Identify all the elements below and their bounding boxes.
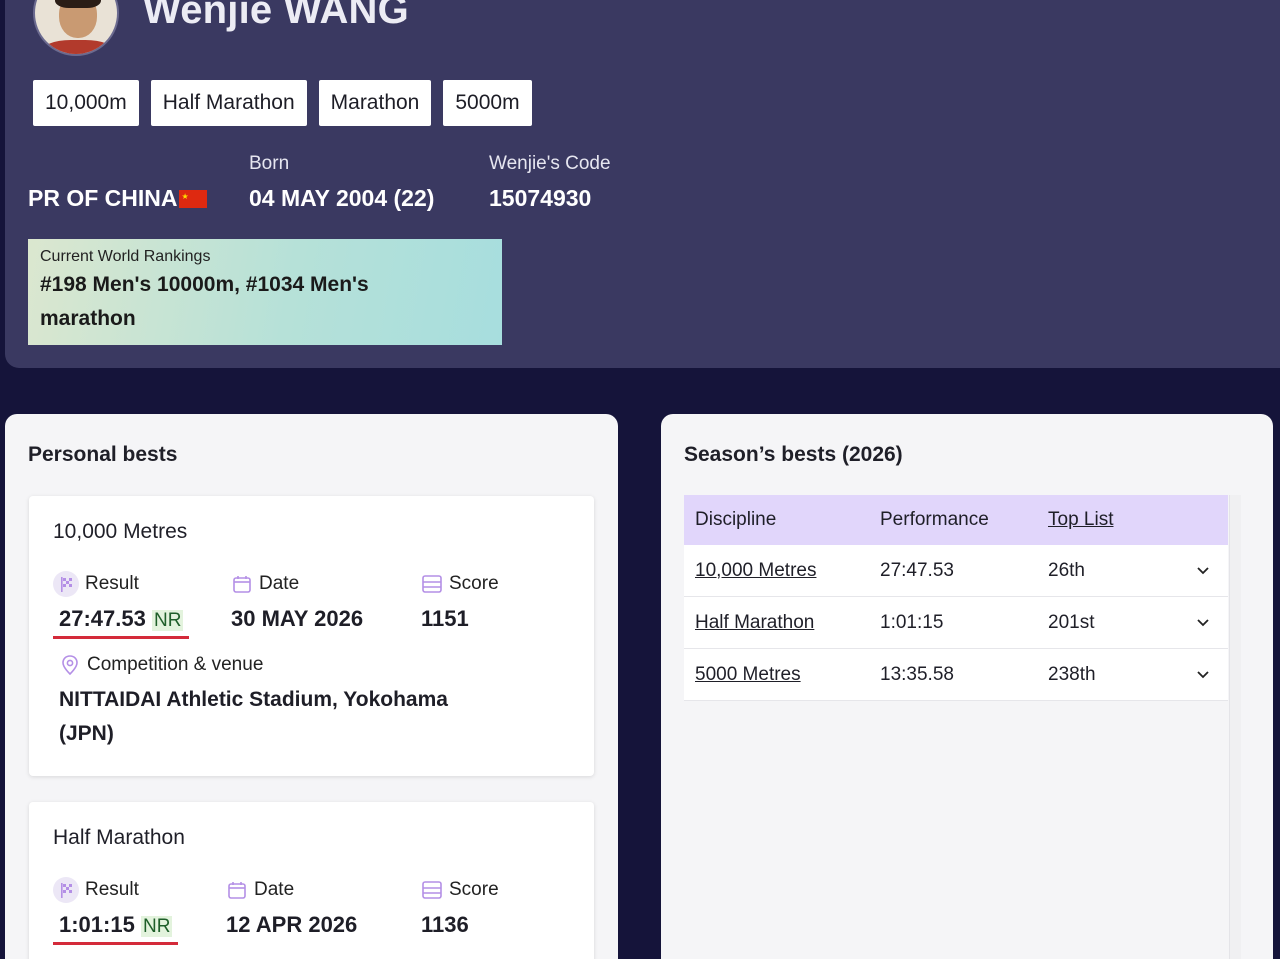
tab-5000m[interactable]: 5000m bbox=[443, 80, 532, 126]
performance-cell: 1:01:15 bbox=[880, 611, 944, 633]
season-bests-title: Season’s bests (2026) bbox=[684, 443, 903, 466]
athlete-name: Wenjie WANG bbox=[143, 0, 409, 32]
china-flag-icon: ★ bbox=[178, 189, 207, 208]
top-list-cell: 201st bbox=[1048, 611, 1095, 633]
checkered-flag-icon bbox=[53, 877, 79, 903]
calendar-icon bbox=[228, 882, 246, 899]
score-column: Score 1136 bbox=[421, 876, 499, 938]
athlete-header: Wenjie WANG 10,000m Half Marathon Marath… bbox=[5, 0, 1280, 368]
chevron-down-icon[interactable] bbox=[1195, 615, 1211, 631]
result-column: Result 27:47.53 NR bbox=[53, 570, 190, 639]
table-row: Half Marathon 1:01:15 201st bbox=[684, 597, 1228, 649]
score-column: Score 1151 bbox=[421, 570, 499, 632]
top-list-cell: 238th bbox=[1048, 663, 1096, 685]
performance-cell: 13:35.58 bbox=[880, 663, 954, 685]
season-bests-table: Discipline Performance Top List 10,000 M… bbox=[684, 495, 1228, 701]
table-row: 10,000 Metres 27:47.53 26th bbox=[684, 545, 1228, 597]
result-value: 1:01:15 NR bbox=[53, 912, 179, 945]
score-icon bbox=[422, 881, 442, 899]
chevron-down-icon[interactable] bbox=[1195, 563, 1211, 579]
date-label: Date bbox=[254, 879, 295, 900]
score-label: Score bbox=[449, 879, 499, 900]
table-row: 5000 Metres 13:35.58 238th bbox=[684, 649, 1228, 701]
expand-row-button[interactable] bbox=[1178, 563, 1228, 579]
date-value: 12 APR 2026 bbox=[226, 912, 358, 937]
born-value: 04 MAY 2004 (22) bbox=[249, 185, 435, 211]
header-top-list-link[interactable]: Top List bbox=[1048, 509, 1113, 530]
code-info: Wenjie's Code 15074930 bbox=[489, 153, 611, 212]
season-bests-panel: Season’s bests (2026) Discipline Perform… bbox=[661, 414, 1273, 959]
born-info: Born 04 MAY 2004 (22) bbox=[249, 153, 434, 212]
expand-row-button[interactable] bbox=[1178, 615, 1228, 631]
code-label: Wenjie's Code bbox=[489, 153, 611, 174]
tab-marathon[interactable]: Marathon bbox=[318, 80, 432, 126]
location-pin-icon bbox=[62, 655, 78, 676]
venue-column: Competition & venue NITTAIDAI Athletic S… bbox=[59, 651, 479, 751]
nr-badge: NR bbox=[151, 610, 184, 631]
performance-cell: 27:47.53 bbox=[880, 559, 954, 581]
world-rankings-box: Current World Rankings #198 Men's 10000m… bbox=[28, 239, 502, 345]
chevron-down-icon[interactable] bbox=[1195, 667, 1211, 683]
date-column: Date 12 APR 2026 bbox=[226, 876, 357, 938]
top-list-cell: 26th bbox=[1048, 559, 1085, 581]
score-label: Score bbox=[449, 573, 499, 594]
pb-discipline: Half Marathon bbox=[53, 826, 185, 849]
nr-badge: NR bbox=[140, 916, 173, 937]
born-label: Born bbox=[249, 153, 290, 174]
code-value: 15074930 bbox=[489, 185, 592, 211]
rankings-value: #198 Men's 10000m, #1034 Men's marathon bbox=[40, 273, 369, 330]
pb-discipline: 10,000 Metres bbox=[53, 520, 188, 543]
result-value: 27:47.53 NR bbox=[53, 606, 190, 639]
personal-bests-title: Personal bests bbox=[28, 443, 178, 466]
date-label: Date bbox=[259, 573, 300, 594]
table-header: Discipline Performance Top List bbox=[684, 495, 1228, 545]
score-value: 1136 bbox=[421, 912, 469, 937]
discipline-link[interactable]: 10,000 Metres bbox=[695, 560, 816, 581]
score-icon bbox=[422, 575, 442, 593]
header-performance: Performance bbox=[880, 509, 989, 530]
score-value: 1151 bbox=[421, 606, 469, 631]
result-label: Result bbox=[85, 573, 139, 594]
country-name: PR OF CHINA bbox=[28, 185, 178, 211]
personal-bests-panel: Personal bests 10,000 Metres Result 27:4… bbox=[5, 414, 618, 959]
pb-card-half-marathon: Half Marathon Result 1:01:15 NR Date 12 … bbox=[29, 802, 594, 959]
rankings-label: Current World Rankings bbox=[40, 248, 211, 265]
venue-label: Competition & venue bbox=[87, 654, 264, 675]
calendar-icon bbox=[233, 576, 251, 593]
venue-value: NITTAIDAI Athletic Stadium, Yokohama (JP… bbox=[59, 688, 448, 745]
discipline-link[interactable]: Half Marathon bbox=[695, 612, 814, 633]
country-info: PR OF CHINA ★ bbox=[28, 153, 207, 212]
result-label: Result bbox=[85, 879, 139, 900]
tab-10000m[interactable]: 10,000m bbox=[33, 80, 139, 126]
header-discipline: Discipline bbox=[695, 509, 777, 530]
tab-half-marathon[interactable]: Half Marathon bbox=[150, 80, 307, 126]
pb-card-10000m: 10,000 Metres Result 27:47.53 NR Date 30… bbox=[29, 496, 594, 776]
avatar bbox=[33, 0, 119, 56]
table-scrollbar[interactable] bbox=[1229, 495, 1241, 959]
expand-row-button[interactable] bbox=[1178, 667, 1228, 683]
date-column: Date 30 MAY 2026 bbox=[231, 570, 363, 632]
date-value: 30 MAY 2026 bbox=[231, 606, 364, 631]
result-column: Result 1:01:15 NR bbox=[53, 876, 179, 945]
discipline-tabs: 10,000m Half Marathon Marathon 5000m bbox=[33, 80, 532, 126]
checkered-flag-icon bbox=[53, 571, 79, 597]
discipline-link[interactable]: 5000 Metres bbox=[695, 664, 801, 685]
